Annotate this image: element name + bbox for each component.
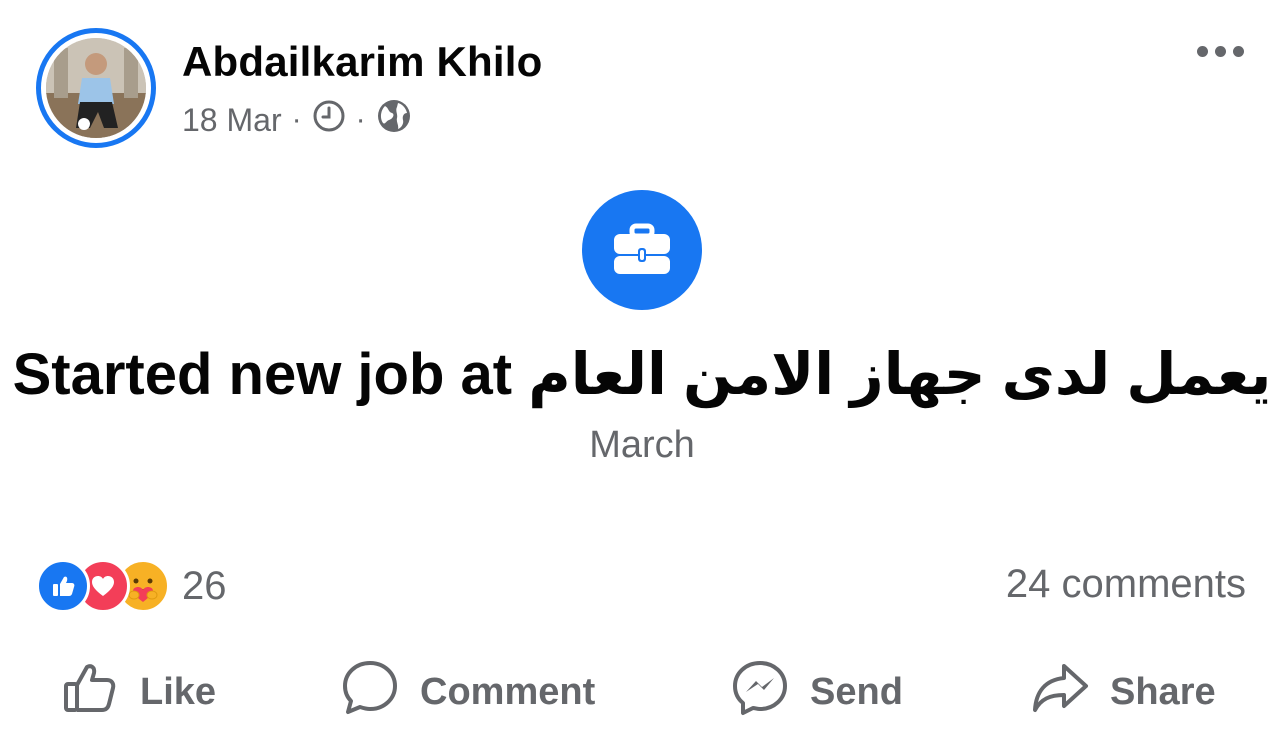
life-event-title: Started new job at يعمل لدى جهاز الامن ا… xyxy=(12,342,1272,407)
like-reaction-icon xyxy=(36,559,90,613)
meta-separator: · xyxy=(355,103,366,136)
avatar[interactable] xyxy=(36,28,156,148)
comment-button[interactable]: Comment xyxy=(340,655,595,730)
comments-count[interactable]: 24 comments xyxy=(1006,562,1246,607)
share-button[interactable]: Share xyxy=(1030,655,1216,730)
more-dots-icon[interactable] xyxy=(1197,46,1244,57)
share-arrow-icon xyxy=(1030,658,1090,728)
share-label: Share xyxy=(1110,671,1216,713)
more-dot xyxy=(1197,46,1208,57)
post-date[interactable]: 18 Mar xyxy=(182,102,282,139)
comment-bubble-icon xyxy=(340,658,400,728)
comment-label: Comment xyxy=(420,671,596,713)
like-label: Like xyxy=(140,671,217,713)
thumbs-up-icon xyxy=(60,658,120,728)
send-button[interactable]: Send xyxy=(730,655,903,730)
meta-separator: · xyxy=(291,103,302,136)
post-meta: 18 Mar · · xyxy=(182,100,412,140)
messenger-icon xyxy=(730,658,790,728)
more-dot xyxy=(1215,46,1226,57)
briefcase-icon xyxy=(582,190,702,310)
globe-icon[interactable] xyxy=(376,98,412,142)
avatar-photo xyxy=(46,38,146,138)
life-event-post: Abdailkarim Khilo 18 Mar · · Started new… xyxy=(0,0,1284,750)
reactions-summary[interactable]: 26 xyxy=(36,559,227,613)
post-actions: Like Comment Send Share xyxy=(0,655,1284,730)
send-label: Send xyxy=(810,671,903,713)
reaction-count: 26 xyxy=(182,563,227,608)
post-author[interactable]: Abdailkarim Khilo xyxy=(182,38,542,86)
avatar-image xyxy=(46,38,146,138)
more-dot xyxy=(1233,46,1244,57)
life-event-date: March xyxy=(589,424,695,466)
clock-icon xyxy=(312,99,346,141)
like-button[interactable]: Like xyxy=(60,655,216,730)
